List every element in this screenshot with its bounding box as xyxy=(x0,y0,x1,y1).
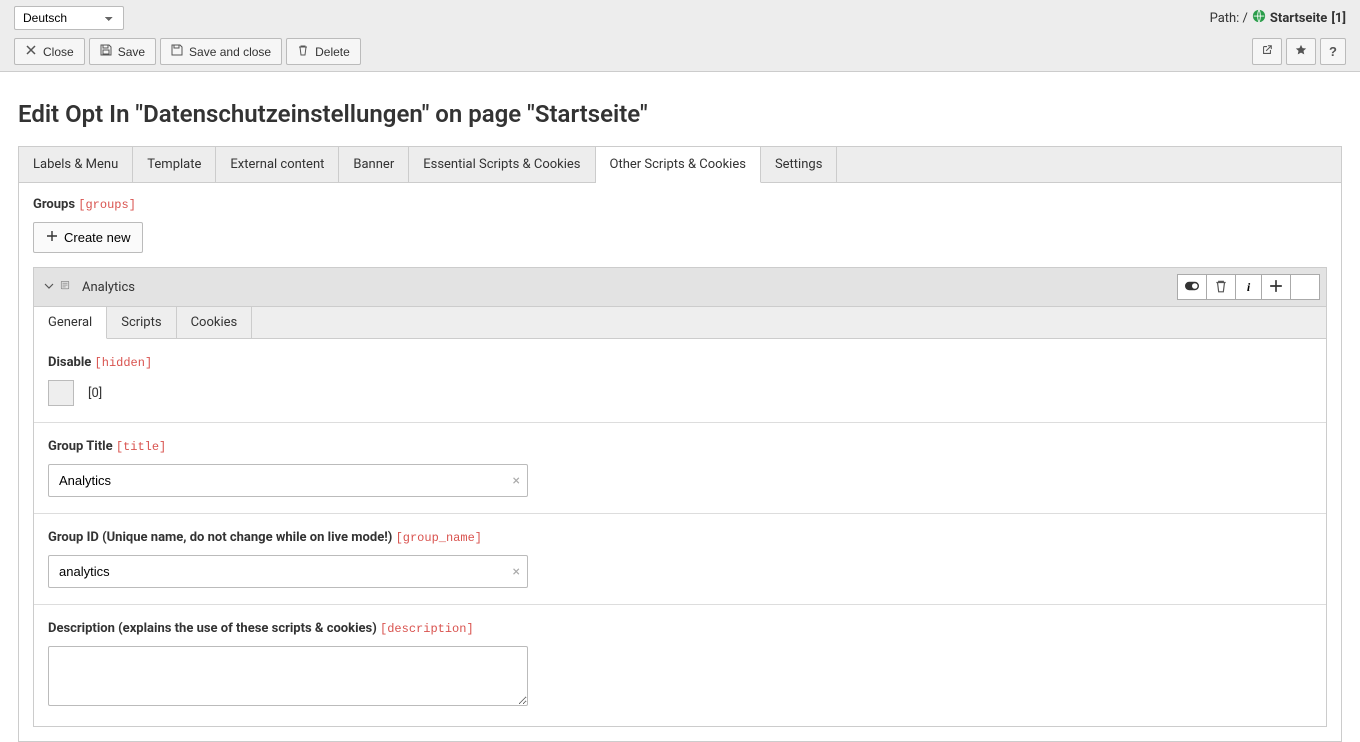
drag-handle[interactable] xyxy=(1290,274,1320,300)
disable-checkbox[interactable] xyxy=(48,380,74,406)
page-title: Edit Opt In "Datenschutzeinstellungen" o… xyxy=(18,100,1342,128)
create-new-button[interactable]: Create new xyxy=(33,222,143,253)
field-disable-label: Disable [hidden] xyxy=(48,355,1312,370)
field-groupid-label: Group ID (Unique name, do not change whi… xyxy=(48,530,1312,545)
groupid-input[interactable] xyxy=(48,555,528,588)
trash-icon xyxy=(297,44,309,59)
disable-row: [0] xyxy=(48,380,1312,406)
groupid-tech: [group_name] xyxy=(396,531,482,545)
save-icon xyxy=(100,44,112,59)
plus-icon xyxy=(1269,279,1283,296)
save-close-button[interactable]: Save and close xyxy=(160,38,282,65)
sub-tab-cookies[interactable]: Cookies xyxy=(177,307,253,338)
groups-tech-name: [groups] xyxy=(78,198,136,212)
add-button[interactable] xyxy=(1261,274,1290,300)
delete-label: Delete xyxy=(315,45,350,59)
inline-toolbar: i xyxy=(1177,274,1320,300)
clear-icon[interactable]: × xyxy=(513,564,520,580)
tab-essential-scripts[interactable]: Essential Scripts & Cookies xyxy=(409,147,595,182)
toggle-icon xyxy=(1185,279,1199,296)
disable-value: [0] xyxy=(88,386,102,401)
language-select[interactable]: Deutsch xyxy=(14,6,124,30)
content-area: Edit Opt In "Datenschutzeinstellungen" o… xyxy=(0,72,1360,742)
info-button[interactable]: i xyxy=(1235,274,1261,300)
breadcrumb-page-id: [1] xyxy=(1331,11,1346,26)
title-input-wrap: × xyxy=(48,464,528,497)
description-label-text: Description (explains the use of these s… xyxy=(48,621,377,636)
tab-settings[interactable]: Settings xyxy=(761,147,837,182)
close-label: Close xyxy=(43,45,74,59)
tab-labels-menu[interactable]: Labels & Menu xyxy=(19,147,133,182)
clear-icon[interactable]: × xyxy=(513,473,520,489)
sub-tabs: General Scripts Cookies xyxy=(34,307,1326,339)
groupid-label-text: Group ID (Unique name, do not change whi… xyxy=(48,530,392,545)
inline-header-left: Analytics xyxy=(44,279,135,295)
field-description-label: Description (explains the use of these s… xyxy=(48,621,1312,636)
inline-record: Analytics i xyxy=(33,267,1327,727)
topbar-row-1: Deutsch Path: / Startseite [1] xyxy=(14,6,1346,30)
description-textarea[interactable] xyxy=(48,646,528,706)
title-label-text: Group Title xyxy=(48,439,113,454)
topbar: Deutsch Path: / Startseite [1] Close Sav… xyxy=(0,0,1360,72)
breadcrumb-page: Startseite xyxy=(1270,11,1327,26)
topbar-row-2: Close Save Save and close Delete xyxy=(14,38,1346,65)
bookmark-button[interactable] xyxy=(1286,38,1316,65)
trash-icon xyxy=(1214,279,1228,296)
save-close-label: Save and close xyxy=(189,45,271,59)
disable-tech: [hidden] xyxy=(95,356,153,370)
description-tech: [description] xyxy=(380,622,474,636)
info-icon: i xyxy=(1247,280,1250,295)
tab-panel: Groups [groups] Create new Analytics xyxy=(18,183,1342,742)
delete-button[interactable]: Delete xyxy=(286,38,361,65)
breadcrumb: Path: / Startseite [1] xyxy=(1210,9,1346,27)
groups-header: Groups [groups] xyxy=(33,197,1327,212)
chevron-down-icon xyxy=(44,280,54,295)
field-container: Disable [hidden] [0] Group Title [title] xyxy=(34,339,1326,726)
tab-other-scripts[interactable]: Other Scripts & Cookies xyxy=(596,147,761,183)
inline-record-header[interactable]: Analytics i xyxy=(34,268,1326,307)
main-tabs: Labels & Menu Template External content … xyxy=(18,146,1342,183)
action-buttons: Close Save Save and close Delete xyxy=(14,38,361,65)
sub-tab-scripts[interactable]: Scripts xyxy=(107,307,176,338)
question-icon: ? xyxy=(1329,44,1337,59)
create-new-label: Create new xyxy=(64,230,130,245)
save-label: Save xyxy=(118,45,145,59)
field-title-label: Group Title [title] xyxy=(48,439,1312,454)
tab-template[interactable]: Template xyxy=(133,147,216,182)
toggle-visibility-button[interactable] xyxy=(1177,274,1206,300)
share-button[interactable] xyxy=(1252,38,1282,65)
field-group-title: Group Title [title] × xyxy=(34,423,1326,514)
tab-external-content[interactable]: External content xyxy=(216,147,339,182)
disable-label-text: Disable xyxy=(48,355,91,370)
record-type-icon xyxy=(60,279,76,295)
globe-icon xyxy=(1252,9,1266,27)
right-action-buttons: ? xyxy=(1252,38,1346,65)
external-link-icon xyxy=(1261,44,1273,59)
field-disable: Disable [hidden] [0] xyxy=(34,339,1326,423)
record-title: Analytics xyxy=(82,280,135,295)
title-input[interactable] xyxy=(48,464,528,497)
title-tech: [title] xyxy=(116,440,166,454)
close-icon xyxy=(25,44,37,59)
groupid-input-wrap: × xyxy=(48,555,528,588)
field-group-id: Group ID (Unique name, do not change whi… xyxy=(34,514,1326,605)
sub-tab-general[interactable]: General xyxy=(34,307,107,339)
save-button[interactable]: Save xyxy=(89,38,156,65)
tab-banner[interactable]: Banner xyxy=(339,147,409,182)
field-description: Description (explains the use of these s… xyxy=(34,605,1326,726)
delete-record-button[interactable] xyxy=(1206,274,1235,300)
path-label: Path: / xyxy=(1210,11,1248,26)
save-close-icon xyxy=(171,44,183,59)
help-button[interactable]: ? xyxy=(1320,38,1346,65)
groups-label: Groups xyxy=(33,197,75,212)
star-icon xyxy=(1295,44,1307,59)
close-button[interactable]: Close xyxy=(14,38,85,65)
plus-icon xyxy=(46,230,58,245)
